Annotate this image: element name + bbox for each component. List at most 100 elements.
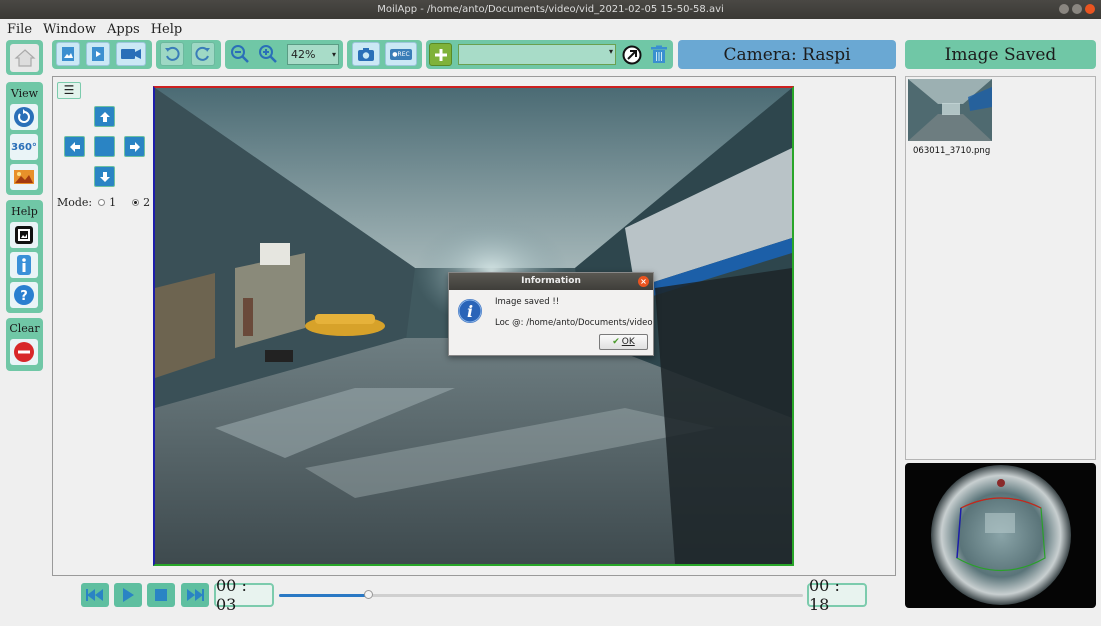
info-button[interactable]: [10, 252, 38, 278]
open-camera-button[interactable]: [116, 42, 146, 66]
parameter-group: ▾: [426, 40, 673, 69]
status-banner-text: Image Saved: [944, 44, 1057, 65]
rewind-button[interactable]: [81, 583, 109, 607]
parameter-combo[interactable]: ▾: [458, 44, 616, 65]
clear-button[interactable]: [10, 339, 38, 365]
clear-icon: [14, 342, 34, 362]
arrow-left-icon: [69, 141, 80, 152]
home-icon: [13, 49, 36, 67]
mode-label: Mode:: [57, 196, 93, 209]
view-360-button[interactable]: 360°: [10, 134, 38, 160]
help-sidebar-group: Help ?: [6, 200, 43, 313]
refresh-icon: [14, 107, 34, 127]
move-right-button[interactable]: [124, 136, 145, 157]
refresh-button[interactable]: [10, 104, 38, 130]
mode-option-1: 1: [109, 196, 117, 209]
mode-option-2: 2: [143, 196, 151, 209]
menu-window[interactable]: Window: [43, 22, 96, 37]
arrow-up-icon: [99, 111, 110, 122]
mode-radio-2[interactable]: 2: [132, 196, 150, 209]
svg-text:i: i: [467, 302, 473, 321]
view-label: View: [10, 87, 39, 100]
snapshot-button[interactable]: [352, 42, 380, 66]
dialog-close-button[interactable]: ×: [638, 276, 649, 287]
mode-radio-1[interactable]: 1: [98, 196, 116, 209]
camera-video-icon: [121, 49, 141, 59]
stop-button[interactable]: [147, 583, 175, 607]
seek-slider-fill: [279, 594, 369, 597]
move-left-button[interactable]: [64, 136, 85, 157]
menu-file[interactable]: File: [7, 22, 32, 37]
maximize-button[interactable]: [1072, 4, 1082, 14]
menu-apps[interactable]: Apps: [107, 22, 140, 37]
gallery-button[interactable]: [10, 222, 38, 248]
delete-button[interactable]: [650, 45, 668, 65]
help-button[interactable]: ?: [10, 282, 38, 308]
panorama-button[interactable]: [10, 164, 38, 190]
open-video-button[interactable]: [86, 42, 110, 66]
clear-sidebar-group: Clear: [6, 318, 43, 371]
move-up-button[interactable]: [94, 106, 115, 127]
dialog-location: Loc @: /home/anto/Documents/video: [495, 318, 653, 328]
current-time-display: 00 : 03: [214, 576, 274, 614]
radio-checked-icon: [132, 199, 140, 206]
thumbnail-item[interactable]: 063011_3710.png: [908, 79, 992, 156]
record-button[interactable]: ●REC: [385, 42, 417, 66]
capture-group: ●REC: [347, 40, 422, 69]
svg-text:?: ?: [20, 289, 28, 304]
radio-empty-icon: [98, 199, 106, 206]
menu-bar: File Window Apps Help: [0, 19, 1101, 39]
home-button[interactable]: [10, 44, 39, 72]
clear-label: Clear: [9, 322, 40, 335]
gallery-icon: [15, 226, 33, 244]
video-file-icon: [92, 47, 104, 61]
rotate-right-button[interactable]: [191, 42, 215, 66]
help-icon: ?: [14, 285, 34, 305]
help-label: Help: [11, 205, 38, 218]
snapshot-icon: [358, 48, 374, 61]
fast-forward-button[interactable]: [181, 583, 209, 607]
home-group: [6, 40, 43, 75]
window-title: MoilApp - /home/anto/Documents/video/vid…: [377, 4, 724, 15]
move-down-button[interactable]: [94, 166, 115, 187]
saved-images-panel: 063011_3710.png: [905, 76, 1096, 460]
seek-slider-handle[interactable]: [364, 590, 374, 599]
dialog-message: Image saved !!: [495, 297, 560, 307]
apply-button[interactable]: [621, 44, 643, 66]
window-titlebar: MoilApp - /home/anto/Documents/video/vid…: [0, 0, 1101, 19]
checkmark-icon: ✔: [612, 337, 620, 347]
fisheye-preview[interactable]: [905, 463, 1096, 608]
camera-banner: Camera: Raspi: [678, 40, 896, 69]
dialog-ok-button[interactable]: ✔ OK: [599, 334, 648, 350]
add-button[interactable]: [429, 43, 452, 66]
play-button[interactable]: [114, 583, 142, 607]
info-dialog: Information × i Image saved !! Loc @: /h…: [448, 272, 654, 356]
zoom-in-icon: [259, 45, 277, 63]
rotate-left-icon: [165, 46, 180, 61]
add-icon: [434, 48, 447, 61]
menu-help[interactable]: Help: [151, 22, 183, 37]
information-icon: i: [458, 299, 482, 323]
seek-slider[interactable]: [279, 590, 803, 599]
zoom-select[interactable]: 42% ▾: [287, 44, 339, 65]
fast-forward-icon: [187, 589, 204, 601]
trash-icon: [651, 45, 667, 63]
control-menu-button[interactable]: ☰: [57, 82, 81, 99]
open-image-button[interactable]: [56, 42, 80, 66]
thumbnail-filename: 063011_3710.png: [913, 146, 991, 156]
minimize-button[interactable]: [1059, 4, 1069, 14]
zoom-out-button[interactable]: [228, 42, 252, 66]
hamburger-icon: ☰: [63, 83, 75, 97]
move-center-button[interactable]: [94, 136, 115, 157]
close-window-button[interactable]: [1085, 4, 1095, 14]
source-group: [52, 40, 152, 69]
rotate-right-icon: [195, 46, 210, 61]
fisheye-image: [931, 465, 1071, 605]
dialog-ok-label: OK: [621, 337, 635, 347]
zoom-in-button[interactable]: [256, 42, 280, 66]
stop-icon: [155, 589, 167, 601]
rotate-left-button[interactable]: [160, 42, 184, 66]
thumbnail-image: [908, 79, 992, 141]
status-banner: Image Saved: [905, 40, 1096, 69]
view-sidebar-group: View 360°: [6, 82, 43, 195]
